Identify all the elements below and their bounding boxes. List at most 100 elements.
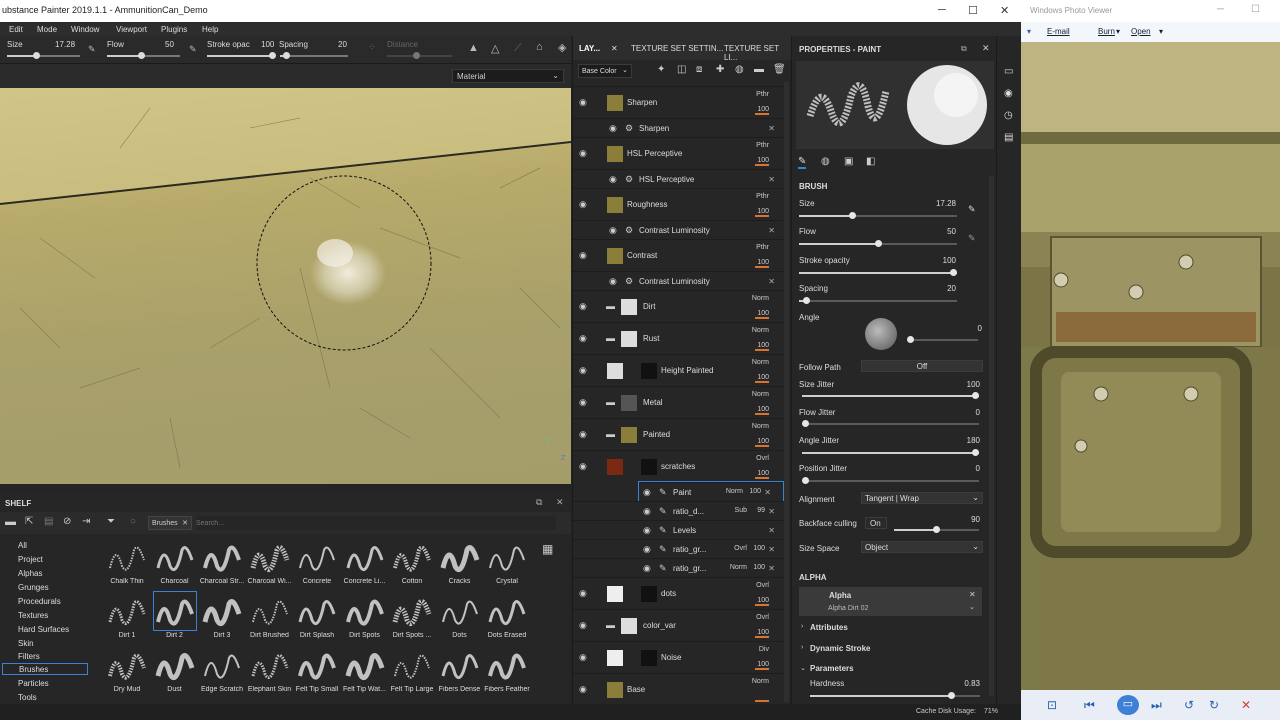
brush-thumbnail[interactable]: Dirt Brushed bbox=[247, 592, 293, 644]
menu-dropdown-icon[interactable]: ▾ bbox=[1027, 27, 1031, 36]
category-item[interactable]: Alphas bbox=[18, 569, 42, 578]
layer-row[interactable]: ◉ Sharpen Pthr 100 bbox=[573, 86, 787, 118]
stroke-opacity-value[interactable]: 100 bbox=[261, 40, 274, 49]
stroke-opacity-slider[interactable] bbox=[799, 269, 957, 276]
blend-mode-dropdown[interactable]: Ovrl bbox=[756, 455, 769, 462]
blend-mode-dropdown[interactable]: Pthr bbox=[756, 91, 769, 98]
category-item[interactable]: Project bbox=[18, 555, 43, 564]
brush-thumbnail[interactable]: Edge Scratch bbox=[199, 646, 245, 698]
spacing-value[interactable]: 20 bbox=[338, 40, 347, 49]
filter-chip[interactable]: Brushes ✕ bbox=[148, 516, 192, 530]
layer-name[interactable]: Height Painted bbox=[661, 366, 713, 375]
layer-row[interactable]: ◉ Noise Div 100 bbox=[573, 641, 787, 673]
flow-jitter-value[interactable]: 0 bbox=[950, 408, 980, 417]
layer-sublayer-row[interactable]: ◉ ✎ ratio_gr... Ovrl 100 ✕ bbox=[573, 539, 787, 558]
brush-thumbnail[interactable]: Dirt Spots ... bbox=[389, 592, 435, 644]
flow-jitter-slider[interactable] bbox=[802, 420, 979, 427]
menu-open[interactable]: Open bbox=[1131, 27, 1151, 36]
opacity-value[interactable]: 100 bbox=[757, 259, 769, 266]
size-value[interactable]: 17.28 bbox=[55, 40, 75, 49]
brush-thumbnail[interactable]: Dust bbox=[152, 646, 198, 698]
opacity-value[interactable]: 100 bbox=[757, 438, 769, 445]
pen-pressure-icon[interactable]: ✎ bbox=[968, 233, 976, 244]
blend-mode-dropdown[interactable]: Sub bbox=[735, 507, 747, 514]
layer-name[interactable]: Paint bbox=[673, 488, 691, 497]
spacing-slider[interactable] bbox=[799, 297, 957, 304]
history-icon[interactable]: ◷ bbox=[1004, 110, 1013, 121]
layer-thumbnail[interactable] bbox=[607, 95, 623, 111]
opacity-value[interactable]: 100 bbox=[757, 157, 769, 164]
layer-sublayer-row[interactable]: ◉ ✎ ratio_d... Sub 99 ✕ bbox=[573, 501, 787, 520]
layer-effect-row[interactable]: ◉ ⚙ Contrast Luminosity ✕ bbox=[573, 220, 787, 239]
backface-culling-value[interactable]: 90 bbox=[950, 515, 980, 524]
blend-mode-dropdown[interactable]: Norm bbox=[752, 359, 769, 366]
layer-name[interactable]: HSL Perceptive bbox=[639, 175, 694, 184]
layer-name[interactable]: ratio_gr... bbox=[673, 545, 706, 554]
menu-help[interactable]: Help bbox=[202, 25, 218, 34]
opacity-value[interactable]: 100 bbox=[757, 106, 769, 113]
angle-jitter-slider[interactable] bbox=[802, 449, 979, 456]
visibility-eye-icon[interactable]: ◉ bbox=[643, 506, 651, 517]
layer-row[interactable]: ◉ ▬ color_var Ovrl 100 bbox=[573, 609, 787, 641]
visibility-eye-icon[interactable]: ◉ bbox=[643, 563, 651, 574]
brush-thumbnail[interactable]: Felt Tip Small bbox=[294, 646, 340, 698]
visibility-eye-icon[interactable]: ◉ bbox=[579, 429, 587, 440]
visibility-eye-icon[interactable]: ◉ bbox=[609, 276, 617, 287]
rotate-left-icon[interactable]: ↺ bbox=[1184, 698, 1194, 712]
layer-name[interactable]: Painted bbox=[643, 430, 670, 439]
chevron-down-icon[interactable]: ▾ bbox=[1159, 27, 1163, 36]
symmetry-icon[interactable]: ⁘ bbox=[368, 42, 376, 53]
hardness-value[interactable]: 0.83 bbox=[950, 679, 980, 688]
layer-row[interactable]: ◉ scratches Ovrl 100 bbox=[573, 450, 787, 482]
split-icon[interactable]: ⟋ bbox=[514, 42, 522, 55]
add-layer-icon[interactable]: ✚ bbox=[716, 64, 724, 75]
close-icon[interactable]: ✕ bbox=[182, 519, 188, 527]
float-icon[interactable]: ⧉ bbox=[961, 44, 967, 54]
layer-thumbnail[interactable] bbox=[621, 618, 637, 634]
visibility-eye-icon[interactable]: ◉ bbox=[579, 301, 587, 312]
visibility-eye-icon[interactable]: ◉ bbox=[579, 365, 587, 376]
layer-sublayer-row[interactable]: ◉ ✎ Levels ✕ bbox=[573, 520, 787, 539]
layer-thumbnail[interactable] bbox=[621, 331, 637, 347]
layer-name[interactable]: Sharpen bbox=[627, 98, 657, 107]
brush-thumbnail[interactable]: Dirt 2 bbox=[152, 591, 198, 644]
category-item[interactable]: Procedurals bbox=[18, 597, 61, 606]
layer-row[interactable]: ◉ ▬ Metal Norm 100 bbox=[573, 386, 787, 418]
brush-thumbnail[interactable]: Dots Erased bbox=[484, 592, 530, 644]
visibility-eye-icon[interactable]: ◉ bbox=[643, 487, 651, 498]
close-icon[interactable]: ✕ bbox=[768, 277, 775, 286]
mask-thumbnail[interactable] bbox=[641, 459, 657, 475]
hide-icon[interactable]: ⊘ bbox=[63, 516, 71, 527]
opacity-value[interactable]: 100 bbox=[757, 406, 769, 413]
layer-name[interactable]: scratches bbox=[661, 462, 695, 471]
brush-thumbnail[interactable]: Felt Tip Wat... bbox=[342, 646, 388, 698]
folder-icon[interactable]: ▬ bbox=[606, 333, 615, 343]
layer-row[interactable]: ◉ Height Painted Norm 100 bbox=[573, 354, 787, 386]
attributes-section[interactable]: Attributes bbox=[810, 623, 848, 632]
add-folder-icon[interactable]: ▬ bbox=[754, 64, 764, 75]
size-jitter-slider[interactable] bbox=[802, 392, 979, 399]
blend-mode-dropdown[interactable]: Norm bbox=[752, 678, 769, 685]
layer-name[interactable]: color_var bbox=[643, 621, 676, 630]
opacity-value[interactable]: 100 bbox=[757, 629, 769, 636]
opacity-value[interactable]: 100 bbox=[753, 545, 765, 552]
layer-row[interactable]: ◉ Base Norm bbox=[573, 673, 787, 705]
brush-thumbnail[interactable]: Felt Tip Large bbox=[389, 646, 435, 698]
flow-value[interactable]: 50 bbox=[165, 40, 174, 49]
visibility-eye-icon[interactable]: ◉ bbox=[579, 97, 587, 108]
layer-thumbnail[interactable] bbox=[607, 146, 623, 162]
display-settings-icon[interactable]: ▭ bbox=[1004, 66, 1013, 77]
triangle-tool-icon[interactable]: ▲ bbox=[468, 42, 479, 54]
export-icon[interactable]: ⇥ bbox=[82, 516, 90, 527]
layer-effect-row[interactable]: ◉ ⚙ Sharpen ✕ bbox=[573, 118, 787, 137]
visibility-eye-icon[interactable]: ◉ bbox=[643, 525, 651, 536]
cube-icon[interactable]: ◈ bbox=[558, 41, 566, 54]
close-icon[interactable]: ✕ bbox=[768, 226, 775, 235]
menu-edit[interactable]: Edit bbox=[9, 25, 23, 34]
layer-row[interactable]: ◉ ▬ Rust Norm 100 bbox=[573, 322, 787, 354]
position-jitter-value[interactable]: 0 bbox=[950, 464, 980, 473]
layer-name[interactable]: Contrast Luminosity bbox=[639, 277, 710, 286]
visibility-eye-icon[interactable]: ◉ bbox=[579, 397, 587, 408]
layer-sublayer-row[interactable]: ◉ ✎ Paint Norm 100 ✕ bbox=[638, 481, 784, 502]
layer-thumbnail[interactable] bbox=[621, 427, 637, 443]
